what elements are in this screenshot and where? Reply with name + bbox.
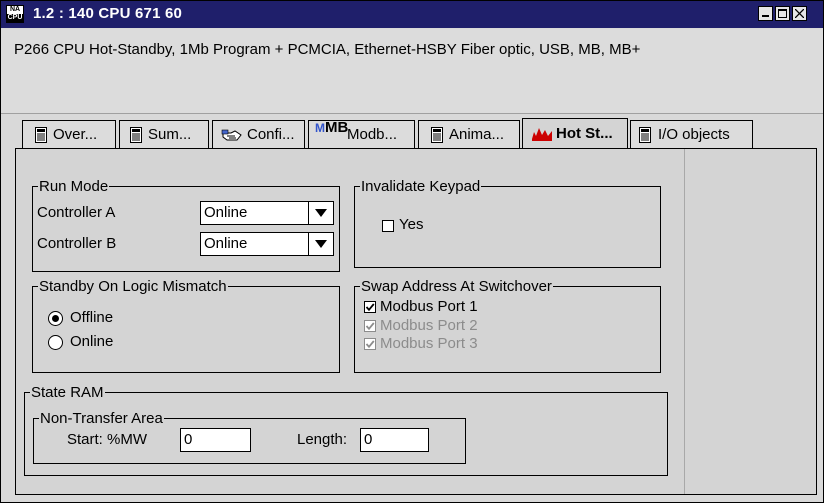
tab-label: Anima...	[449, 126, 505, 143]
checkmark-icon	[365, 303, 375, 312]
settings-area: Run Mode Controller A Online Controller …	[16, 149, 685, 494]
close-icon	[795, 9, 804, 18]
modbus-port-2-label: Modbus Port 2	[380, 317, 478, 334]
modbus-port-1-checkbox[interactable]	[364, 301, 376, 313]
icon-bottom-text: CPU	[7, 14, 23, 22]
controller-a-label: Controller A	[37, 204, 116, 221]
tab-configuration[interactable]: Confi...	[212, 120, 305, 148]
module-icon	[431, 127, 443, 143]
chevron-down-icon[interactable]	[308, 233, 333, 255]
tab-label: Sum...	[148, 126, 192, 143]
close-button[interactable]	[792, 6, 807, 21]
modbus-port-3-label: Modbus Port 3	[380, 335, 478, 352]
invalidate-keypad-legend: Invalidate Keypad	[360, 178, 482, 195]
start-value: 0	[184, 431, 193, 448]
state-ram-group: State RAM Non-Transfer Area Start: %MW 0…	[24, 384, 668, 476]
online-radio[interactable]	[48, 335, 63, 350]
offline-label: Offline	[70, 309, 114, 326]
tab-modbus[interactable]: MMB Modb...	[308, 119, 415, 148]
swap-address-group: Swap Address At Switchover Modbus Port 1…	[354, 278, 661, 373]
checkmark-icon	[365, 340, 375, 349]
tab-hot-standby[interactable]: Hot St...	[522, 118, 628, 148]
yes-label: Yes	[399, 216, 424, 233]
config-hand-icon	[221, 129, 242, 141]
modbus-port-3-checkbox	[364, 338, 376, 350]
tab-label: Confi...	[247, 126, 295, 143]
tab-io-objects[interactable]: I/O objects	[630, 120, 753, 148]
length-label: Length:	[297, 431, 348, 448]
run-mode-legend: Run Mode	[38, 178, 110, 195]
non-transfer-area-legend: Non-Transfer Area	[39, 410, 164, 427]
window-title: 1.2 : 140 CPU 671 60	[33, 5, 183, 22]
yes-checkbox[interactable]	[382, 220, 394, 232]
module-icon	[35, 127, 47, 143]
module-window: NA CPU 1.2 : 140 CPU 671 60 P266 CPU Hot…	[0, 0, 824, 503]
start-label: Start: %MW	[67, 431, 148, 448]
hot-standby-icon	[532, 128, 552, 141]
minimize-button[interactable]	[758, 6, 773, 21]
state-ram-legend: State RAM	[30, 384, 105, 401]
invalidate-keypad-group: Invalidate Keypad Yes	[354, 178, 661, 268]
tab-label: Hot St...	[556, 125, 613, 142]
tab-label: Modb...	[347, 126, 398, 143]
controller-b-label: Controller B	[37, 235, 117, 252]
standby-logic-mismatch-group: Standby On Logic Mismatch Offline Online	[32, 278, 340, 373]
controller-a-value: Online	[204, 204, 248, 221]
run-mode-group: Run Mode Controller A Online Controller …	[32, 178, 340, 272]
modbus-mb-icon: MMB	[315, 119, 349, 136]
standby-logic-mismatch-legend: Standby On Logic Mismatch	[38, 278, 228, 295]
controller-a-select[interactable]: Online	[200, 201, 334, 225]
chevron-down-icon[interactable]	[308, 202, 333, 224]
controller-b-value: Online	[204, 235, 248, 252]
length-input[interactable]: 0	[360, 428, 429, 452]
tab-label: Over...	[53, 126, 98, 143]
checkmark-icon	[365, 322, 375, 331]
controller-b-select[interactable]: Online	[200, 232, 334, 256]
non-transfer-area-group: Non-Transfer Area Start: %MW 0 Length: 0	[33, 410, 466, 464]
tab-summary[interactable]: Sum...	[119, 120, 209, 148]
swap-address-legend: Swap Address At Switchover	[360, 278, 553, 295]
online-label: Online	[70, 333, 114, 350]
module-icon	[639, 127, 651, 143]
tab-label: I/O objects	[658, 126, 730, 143]
modbus-port-1-label: Modbus Port 1	[380, 298, 478, 315]
description-text: P266 CPU Hot-Standby, 1Mb Program + PCMC…	[14, 41, 641, 58]
modbus-port-2-checkbox	[364, 320, 376, 332]
module-description: P266 CPU Hot-Standby, 1Mb Program + PCMC…	[1, 29, 823, 114]
module-icon	[130, 127, 142, 143]
hot-standby-panel: Run Mode Controller A Online Controller …	[15, 148, 817, 495]
title-bar[interactable]: NA CPU 1.2 : 140 CPU 671 60	[1, 1, 823, 28]
start-input[interactable]: 0	[180, 428, 251, 452]
length-value: 0	[364, 431, 373, 448]
tab-animation[interactable]: Anima...	[418, 120, 520, 148]
icon-top-text: NA	[7, 6, 23, 14]
maximize-button[interactable]	[775, 6, 790, 21]
offline-radio[interactable]	[48, 311, 63, 326]
cpu-module-icon: NA CPU	[6, 5, 24, 23]
tab-overview[interactable]: Over...	[22, 120, 116, 148]
